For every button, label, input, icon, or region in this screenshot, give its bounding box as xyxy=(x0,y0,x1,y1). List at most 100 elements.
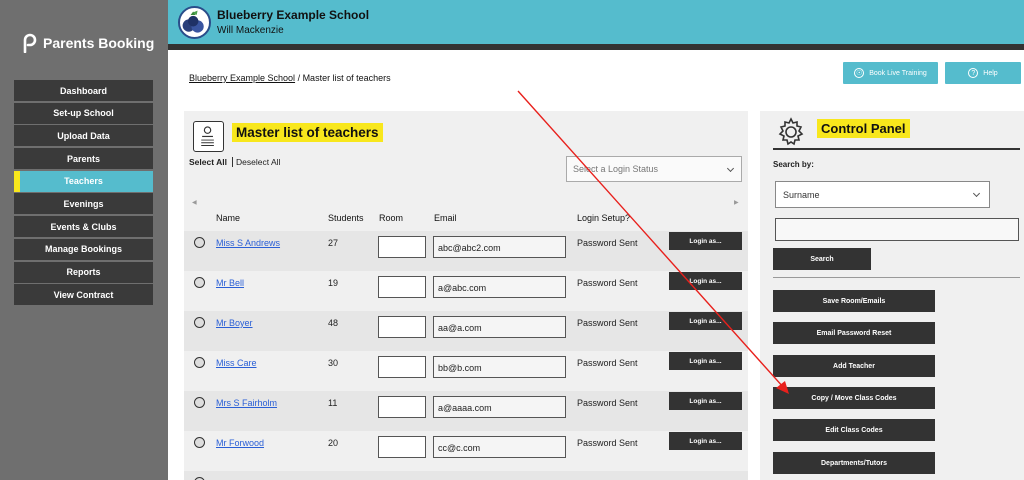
teacher-name-link[interactable]: Mrs S Fairholm xyxy=(216,398,277,408)
table-row: Mr Boyer 48 aa@a.com Password Sent Login… xyxy=(184,311,748,351)
email-input[interactable]: a@aaaa.com xyxy=(433,396,566,418)
row-select-radio[interactable] xyxy=(194,277,205,288)
header-divider xyxy=(168,44,1024,50)
student-count: 11 xyxy=(328,398,338,408)
student-count: 27 xyxy=(328,238,339,248)
login-as-button[interactable]: Login as... xyxy=(669,432,742,450)
sidebar-item-upload-data[interactable]: Upload Data xyxy=(14,125,153,147)
control-panel-divider xyxy=(773,277,1020,278)
help-button[interactable]: ? Help xyxy=(945,62,1021,84)
book-live-training-button[interactable]: ☉ Book Live Training xyxy=(843,62,938,84)
student-count: 30 xyxy=(328,358,339,368)
select-all-link[interactable]: Select All xyxy=(189,157,227,167)
person-document-icon xyxy=(201,126,214,146)
search-button[interactable]: Search xyxy=(773,248,871,270)
sidebar-item-view-contract[interactable]: View Contract xyxy=(14,284,153,306)
gear-icon xyxy=(778,117,804,146)
sidebar-item-label: Set-up School xyxy=(53,108,114,119)
column-header-room[interactable]: Room xyxy=(379,213,403,223)
deselect-all-link[interactable]: Deselect All xyxy=(232,157,280,167)
sidebar-item-dashboard[interactable]: Dashboard xyxy=(14,80,153,101)
column-header-email[interactable]: Email xyxy=(434,213,457,223)
email-password-reset-button[interactable]: Email Password Reset xyxy=(773,322,935,344)
sidebar-item-label: Parents xyxy=(66,153,101,164)
room-input[interactable] xyxy=(378,396,426,418)
copy-move-class-codes-button[interactable]: Copy / Move Class Codes xyxy=(773,387,935,409)
teacher-name-link[interactable]: Mr Forwood xyxy=(216,438,264,448)
sidebar-item-manage-bookings[interactable]: Manage Bookings xyxy=(14,238,153,260)
login-status-placeholder: Select a Login Status xyxy=(573,164,659,174)
breadcrumb: Blueberry Example School / Master list o… xyxy=(189,73,391,83)
sidebar-item-label: Teachers xyxy=(64,176,103,187)
room-input[interactable] xyxy=(378,436,426,458)
sidebar-item-label: Manage Bookings xyxy=(44,244,122,255)
sidebar-item-events-clubs[interactable]: Events & Clubs xyxy=(14,216,153,238)
control-panel-rule xyxy=(773,148,1020,150)
sidebar: Parents Booking Dashboard Set-up School … xyxy=(0,0,168,480)
page-title: Master list of teachers xyxy=(232,123,383,142)
login-as-button[interactable]: Login as... xyxy=(669,272,742,290)
login-status-select[interactable]: Select a Login Status xyxy=(566,156,742,182)
breadcrumb-school-link[interactable]: Blueberry Example School xyxy=(189,73,295,83)
edit-class-codes-button[interactable]: Edit Class Codes xyxy=(773,419,935,441)
teacher-name-link[interactable]: Miss S Andrews xyxy=(216,238,280,248)
table-row: Miss Care 30 bb@b.com Password Sent Logi… xyxy=(184,351,748,391)
breadcrumb-current: / Master list of teachers xyxy=(295,73,391,83)
column-header-students[interactable]: Students xyxy=(328,213,364,223)
brand-logo[interactable]: Parents Booking xyxy=(22,33,154,53)
sidebar-item-evenings[interactable]: Evenings xyxy=(14,193,153,215)
teacher-name-link[interactable]: Mr Bell xyxy=(216,278,244,288)
column-header-name[interactable]: Name xyxy=(216,213,240,223)
chevron-down-icon xyxy=(726,164,735,173)
room-input[interactable] xyxy=(378,316,426,338)
login-as-button[interactable]: Login as... xyxy=(669,352,742,370)
login-status-text: Password Sent xyxy=(577,438,638,448)
room-input[interactable] xyxy=(378,356,426,378)
login-status-text: Password Sent xyxy=(577,278,638,288)
sidebar-item-setup-school[interactable]: Set-up School xyxy=(14,102,153,124)
row-select-radio[interactable] xyxy=(194,237,205,248)
login-status-text: Password Sent xyxy=(577,238,638,248)
email-input[interactable]: bb@b.com xyxy=(433,356,566,378)
room-input[interactable] xyxy=(378,236,426,258)
brand-name: Parents Booking xyxy=(43,35,155,51)
column-header-login-setup[interactable]: Login Setup? xyxy=(577,213,630,223)
scroll-right-icon[interactable]: ▶ xyxy=(734,199,739,206)
sidebar-item-reports[interactable]: Reports xyxy=(14,261,153,283)
search-input[interactable] xyxy=(775,218,1019,241)
login-status-text: Password Sent xyxy=(577,358,638,368)
row-select-radio[interactable] xyxy=(194,437,205,448)
search-field-select[interactable]: Surname xyxy=(775,181,990,208)
login-as-button[interactable]: Login as... xyxy=(669,392,742,410)
student-count: 48 xyxy=(328,318,339,328)
add-teacher-button[interactable]: Add Teacher xyxy=(773,355,935,377)
row-select-radio[interactable] xyxy=(194,397,205,408)
student-count: 19 xyxy=(328,278,339,288)
question-icon: ? xyxy=(968,68,979,78)
login-as-button[interactable]: Login as... xyxy=(669,232,742,250)
headset-icon: ☉ xyxy=(854,68,865,78)
email-input[interactable]: aa@a.com xyxy=(433,316,566,338)
teacher-name-link[interactable]: Mr Boyer xyxy=(216,318,253,328)
sidebar-item-teachers[interactable]: Teachers xyxy=(14,170,153,192)
top-header xyxy=(168,0,1024,44)
save-room-emails-button[interactable]: Save Room/Emails xyxy=(773,290,935,312)
scroll-left-icon[interactable]: ◀ xyxy=(192,199,197,206)
student-count: 20 xyxy=(328,438,339,448)
book-live-training-label: Book Live Training xyxy=(869,69,927,77)
chevron-down-icon xyxy=(972,189,981,198)
login-as-button[interactable]: Login as... xyxy=(669,312,742,330)
sidebar-item-parents[interactable]: Parents xyxy=(14,148,153,170)
teacher-list-icon xyxy=(193,121,224,152)
teacher-name-link[interactable]: Miss Care xyxy=(216,358,257,368)
email-input[interactable]: abc@abc2.com xyxy=(433,236,566,258)
row-select-radio[interactable] xyxy=(194,357,205,368)
sidebar-item-label: Evenings xyxy=(63,198,104,209)
room-input[interactable] xyxy=(378,276,426,298)
email-input[interactable]: a@abc.com xyxy=(433,276,566,298)
email-input[interactable]: cc@c.com xyxy=(433,436,566,458)
table-row: Mrs S Fairholm 11 a@aaaa.com Password Se… xyxy=(184,391,748,431)
table-row: Mr Bell 19 a@abc.com Password Sent Login… xyxy=(184,271,748,311)
row-select-radio[interactable] xyxy=(194,317,205,328)
departments-tutors-button[interactable]: Departments/Tutors xyxy=(773,452,935,474)
